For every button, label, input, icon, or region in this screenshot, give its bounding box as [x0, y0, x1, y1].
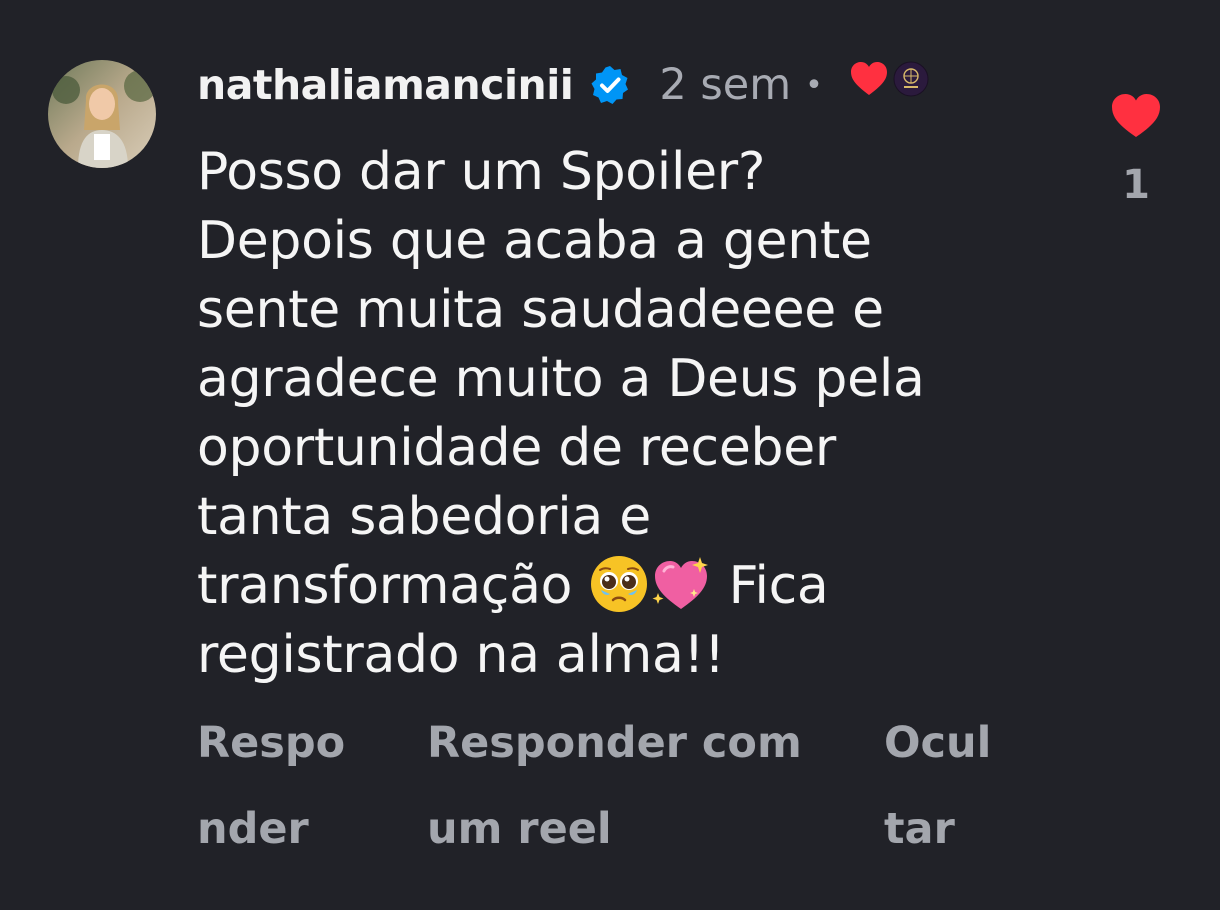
comment-line-with-emoji: transformação Fica — [197, 552, 1057, 621]
reply-reel-label-line: Responder com — [427, 718, 802, 768]
reply-label-line: Respo — [197, 718, 346, 768]
comment-fragment: Fica — [728, 556, 829, 616]
comment-line: Posso dar um Spoiler? — [197, 142, 766, 202]
verified-badge-icon — [589, 64, 631, 106]
reply-with-reel-button[interactable]: Responder com um reel — [427, 700, 847, 872]
comment-fragment: transformação — [197, 556, 573, 616]
username[interactable]: nathaliamancinii — [197, 61, 574, 109]
hide-button[interactable]: Ocul tar — [884, 700, 1034, 872]
pleading-face-emoji — [588, 553, 650, 615]
like-count: 1 — [1122, 162, 1150, 208]
hide-label-line: tar — [884, 804, 955, 854]
comment-line: Depois que acaba a gente — [197, 211, 872, 271]
like-area: 1 — [1108, 92, 1164, 208]
comment-header: nathaliamancinii 2 sem • — [197, 54, 929, 116]
comment: nathaliamancinii 2 sem • Posso dar um Sp… — [0, 0, 1220, 910]
comment-line: sente muita saudadeeee e — [197, 280, 884, 340]
comment-line: oportunidade de receber — [197, 418, 836, 478]
reply-button[interactable]: Respo nder — [197, 700, 377, 872]
reply-label-line: nder — [197, 804, 309, 854]
comment-line: agradece muito a Deus pela — [197, 349, 925, 409]
heart-icon — [849, 59, 889, 99]
reply-reel-label-line: um reel — [427, 804, 612, 854]
heart-icon[interactable] — [1110, 92, 1162, 140]
comment-line: tanta sabedoria e — [197, 487, 651, 547]
comment-text: Posso dar um Spoiler? Depois que acaba a… — [197, 138, 1057, 690]
separator-dot: • — [805, 67, 823, 103]
creator-avatar — [893, 61, 929, 97]
sparkling-heart-emoji — [650, 553, 712, 615]
avatar[interactable] — [48, 60, 156, 168]
hide-label-line: Ocul — [884, 718, 992, 768]
like-button[interactable] — [1108, 92, 1164, 140]
timestamp: 2 sem — [659, 60, 792, 110]
comment-line: registrado na alma!! — [197, 625, 725, 685]
